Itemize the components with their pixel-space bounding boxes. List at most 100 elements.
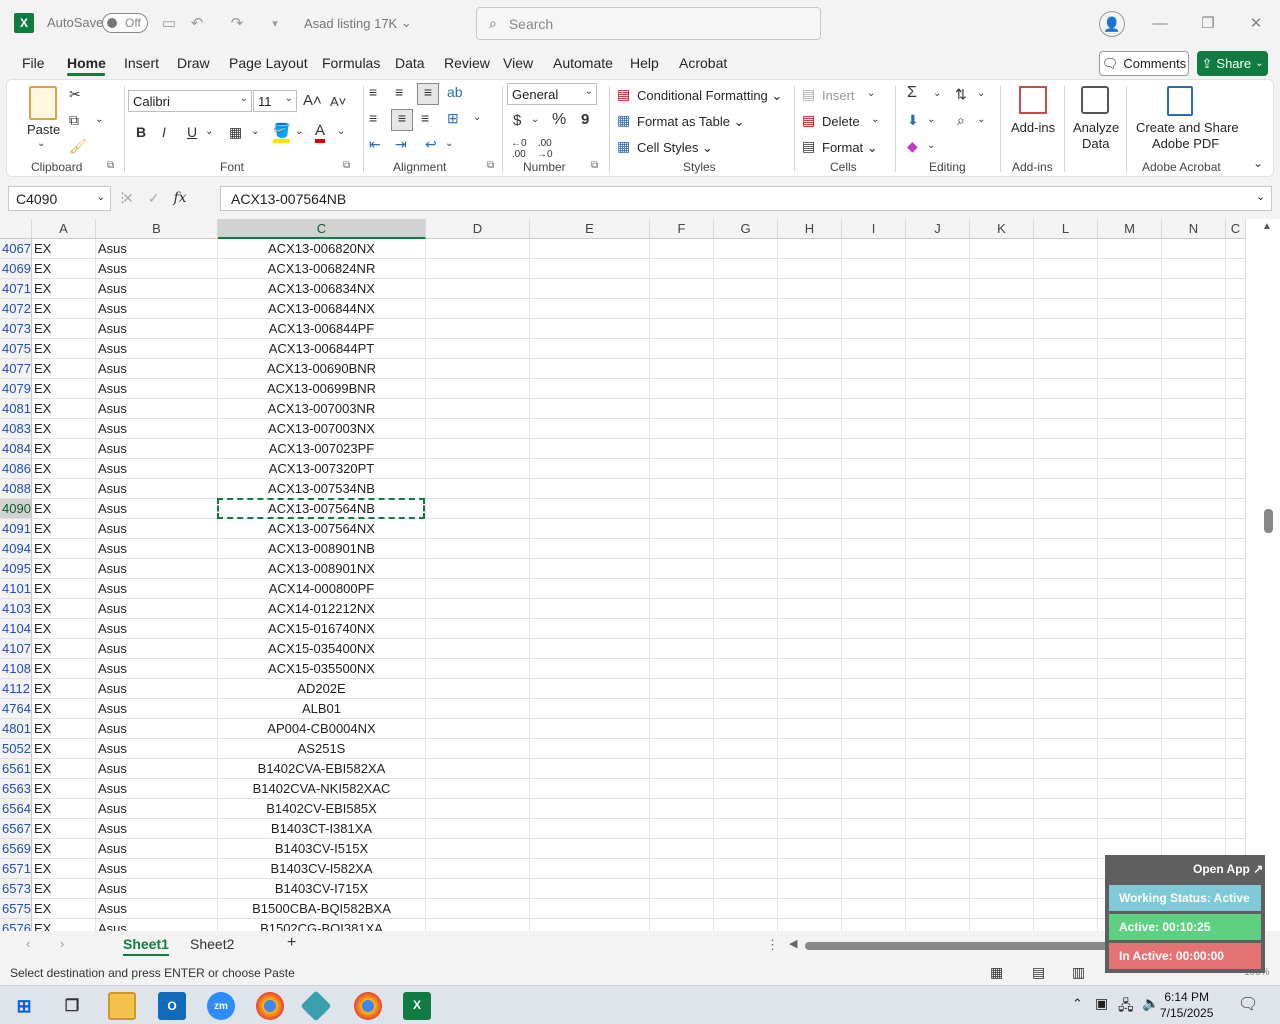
empty-cell[interactable] [530,879,650,899]
fill-icon[interactable]: ⬇ [907,112,919,129]
cell-c[interactable]: ACX14-012212NX [218,599,426,619]
empty-cell[interactable] [426,339,530,359]
empty-cell[interactable] [842,659,906,679]
empty-cell[interactable] [906,719,970,739]
empty-cell[interactable] [650,719,714,739]
row-header[interactable]: 6575 [0,899,32,919]
column-header[interactable]: B [96,219,218,239]
empty-cell[interactable] [906,799,970,819]
empty-cell[interactable] [842,299,906,319]
empty-cell[interactable] [778,919,842,931]
empty-cell[interactable] [1226,579,1246,599]
empty-cell[interactable] [714,759,778,779]
empty-cell[interactable] [970,899,1034,919]
empty-cell[interactable] [1098,619,1162,639]
empty-cell[interactable] [1098,399,1162,419]
chevron-down-icon[interactable]: ⌄ [337,126,345,137]
empty-cell[interactable] [1162,619,1226,639]
row-header[interactable]: 6573 [0,879,32,899]
empty-cell[interactable] [650,379,714,399]
empty-cell[interactable] [906,279,970,299]
cell-b[interactable]: Asus [96,919,218,931]
cell-b[interactable]: Asus [96,559,218,579]
row-header[interactable]: 6569 [0,839,32,859]
row-header[interactable]: 4073 [0,319,32,339]
empty-cell[interactable] [530,919,650,931]
row-header[interactable]: 4104 [0,619,32,639]
empty-cell[interactable] [1098,239,1162,259]
analyze-data-line1[interactable]: Analyze [1073,120,1119,135]
empty-cell[interactable] [650,579,714,599]
outlook-icon[interactable]: O [158,992,186,1020]
empty-cell[interactable] [842,279,906,299]
empty-cell[interactable] [530,739,650,759]
empty-cell[interactable] [530,899,650,919]
cell-b[interactable]: Asus [96,359,218,379]
row-header[interactable]: 4086 [0,459,32,479]
font-size-select[interactable]: 11 ⌄ [253,90,297,112]
empty-cell[interactable] [970,279,1034,299]
empty-cell[interactable] [650,359,714,379]
empty-cell[interactable] [530,599,650,619]
empty-cell[interactable] [970,699,1034,719]
document-title[interactable]: Asad listing 17K ⌄ [304,15,412,31]
empty-cell[interactable] [714,639,778,659]
cell-b[interactable]: Asus [96,639,218,659]
empty-cell[interactable] [650,439,714,459]
column-header[interactable]: I [842,219,906,239]
chevron-down-icon[interactable]: ⌄ [977,88,985,99]
empty-cell[interactable] [906,679,970,699]
empty-cell[interactable] [970,919,1034,931]
empty-cell[interactable] [714,259,778,279]
empty-cell[interactable] [530,579,650,599]
empty-cell[interactable] [1034,419,1098,439]
cell-c[interactable]: B1403CT-I381XA [218,819,426,839]
cell-a[interactable]: EX [32,359,96,379]
cell-a[interactable]: EX [32,479,96,499]
empty-cell[interactable] [714,719,778,739]
empty-cell[interactable] [1034,679,1098,699]
empty-cell[interactable] [778,659,842,679]
empty-cell[interactable] [970,259,1034,279]
empty-cell[interactable] [1034,459,1098,479]
zoom-icon[interactable]: zm [207,992,235,1020]
empty-cell[interactable] [842,799,906,819]
empty-cell[interactable] [778,719,842,739]
empty-cell[interactable] [1098,679,1162,699]
empty-cell[interactable] [1098,419,1162,439]
cell-c[interactable]: ACX15-016740NX [218,619,426,639]
empty-cell[interactable] [970,479,1034,499]
empty-cell[interactable] [906,779,970,799]
empty-cell[interactable] [1226,339,1246,359]
empty-cell[interactable] [426,679,530,699]
empty-cell[interactable] [650,659,714,679]
empty-cell[interactable] [1098,479,1162,499]
empty-cell[interactable] [426,719,530,739]
empty-cell[interactable] [842,839,906,859]
empty-cell[interactable] [842,719,906,739]
column-header[interactable]: E [530,219,650,239]
empty-cell[interactable] [714,579,778,599]
tray-app-icon[interactable]: ▣ [1095,995,1108,1012]
tab-draw[interactable]: Draw [177,55,210,71]
align-left-icon[interactable]: ≡ [369,110,377,126]
chevron-down-icon[interactable]: ⌄ [531,114,539,125]
percent-icon[interactable]: % [552,111,566,129]
row-header[interactable]: 4101 [0,579,32,599]
empty-cell[interactable] [1162,319,1226,339]
empty-cell[interactable] [970,539,1034,559]
empty-cell[interactable] [970,499,1034,519]
worksheet-grid[interactable]: A B C D E F G H I J K L M N C 4067 EX Asus ACX13-006820NX 4… [0,219,1280,931]
empty-cell[interactable] [906,879,970,899]
empty-cell[interactable] [530,239,650,259]
empty-cell[interactable] [1034,819,1098,839]
empty-cell[interactable] [714,299,778,319]
chevron-down-icon[interactable]: ⌄ [977,114,985,125]
decrease-font-icon[interactable]: A˅ [330,94,346,109]
empty-cell[interactable] [1162,539,1226,559]
cell-a[interactable]: EX [32,459,96,479]
customize-qat-icon[interactable]: ▾ [264,12,286,34]
copy-icon[interactable]: ⧉ [69,112,79,129]
empty-cell[interactable] [714,739,778,759]
empty-cell[interactable] [714,619,778,639]
